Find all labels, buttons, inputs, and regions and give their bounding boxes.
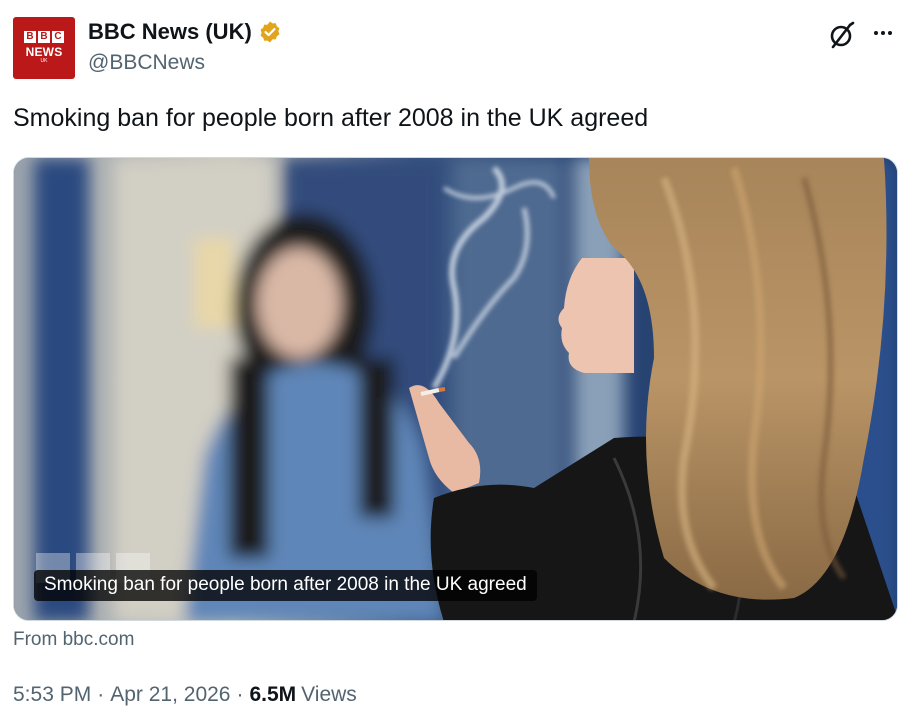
tweet: B B C NEWS UK BBC News (UK) @BBCNews Smo… — [0, 0, 916, 720]
more-dot — [888, 31, 892, 35]
meta-separator: · — [97, 683, 105, 706]
bbc-block-b1: B — [24, 31, 36, 43]
tweet-date[interactable]: Apr 21, 2026 — [110, 683, 230, 707]
card-source-link[interactable]: From bbc.com — [13, 629, 134, 651]
author-handle[interactable]: @BBCNews — [88, 51, 205, 75]
views-label: Views — [301, 683, 357, 706]
avatar[interactable]: B B C NEWS UK — [13, 17, 75, 79]
avatar-uk-label: UK — [40, 58, 48, 64]
bbc-logo-blocks: B B C — [24, 31, 64, 43]
bbc-block-b2: B — [38, 31, 50, 43]
card-photo — [14, 158, 897, 620]
tweet-text: Smoking ban for people born after 2008 i… — [13, 104, 649, 132]
card-caption: Smoking ban for people born after 2008 i… — [34, 570, 537, 601]
grok-icon[interactable] — [826, 20, 856, 50]
author-display-name[interactable]: BBC News (UK) — [88, 19, 252, 45]
tweet-meta: 5:53 PM · Apr 21, 2026 · 6.5M Views — [13, 683, 357, 707]
verified-badge-icon[interactable] — [258, 20, 282, 44]
meta-separator: · — [236, 683, 244, 706]
tweet-time[interactable]: 5:53 PM — [13, 683, 91, 707]
avatar-news-label: NEWS — [25, 45, 63, 59]
bbc-block-c: C — [52, 31, 64, 43]
more-options-icon[interactable] — [868, 18, 898, 48]
author-name-row: BBC News (UK) — [88, 19, 282, 45]
more-dot — [881, 31, 885, 35]
link-card[interactable]: Smoking ban for people born after 2008 i… — [13, 157, 898, 621]
more-dot — [874, 31, 878, 35]
views-count: 6.5M — [249, 683, 297, 706]
